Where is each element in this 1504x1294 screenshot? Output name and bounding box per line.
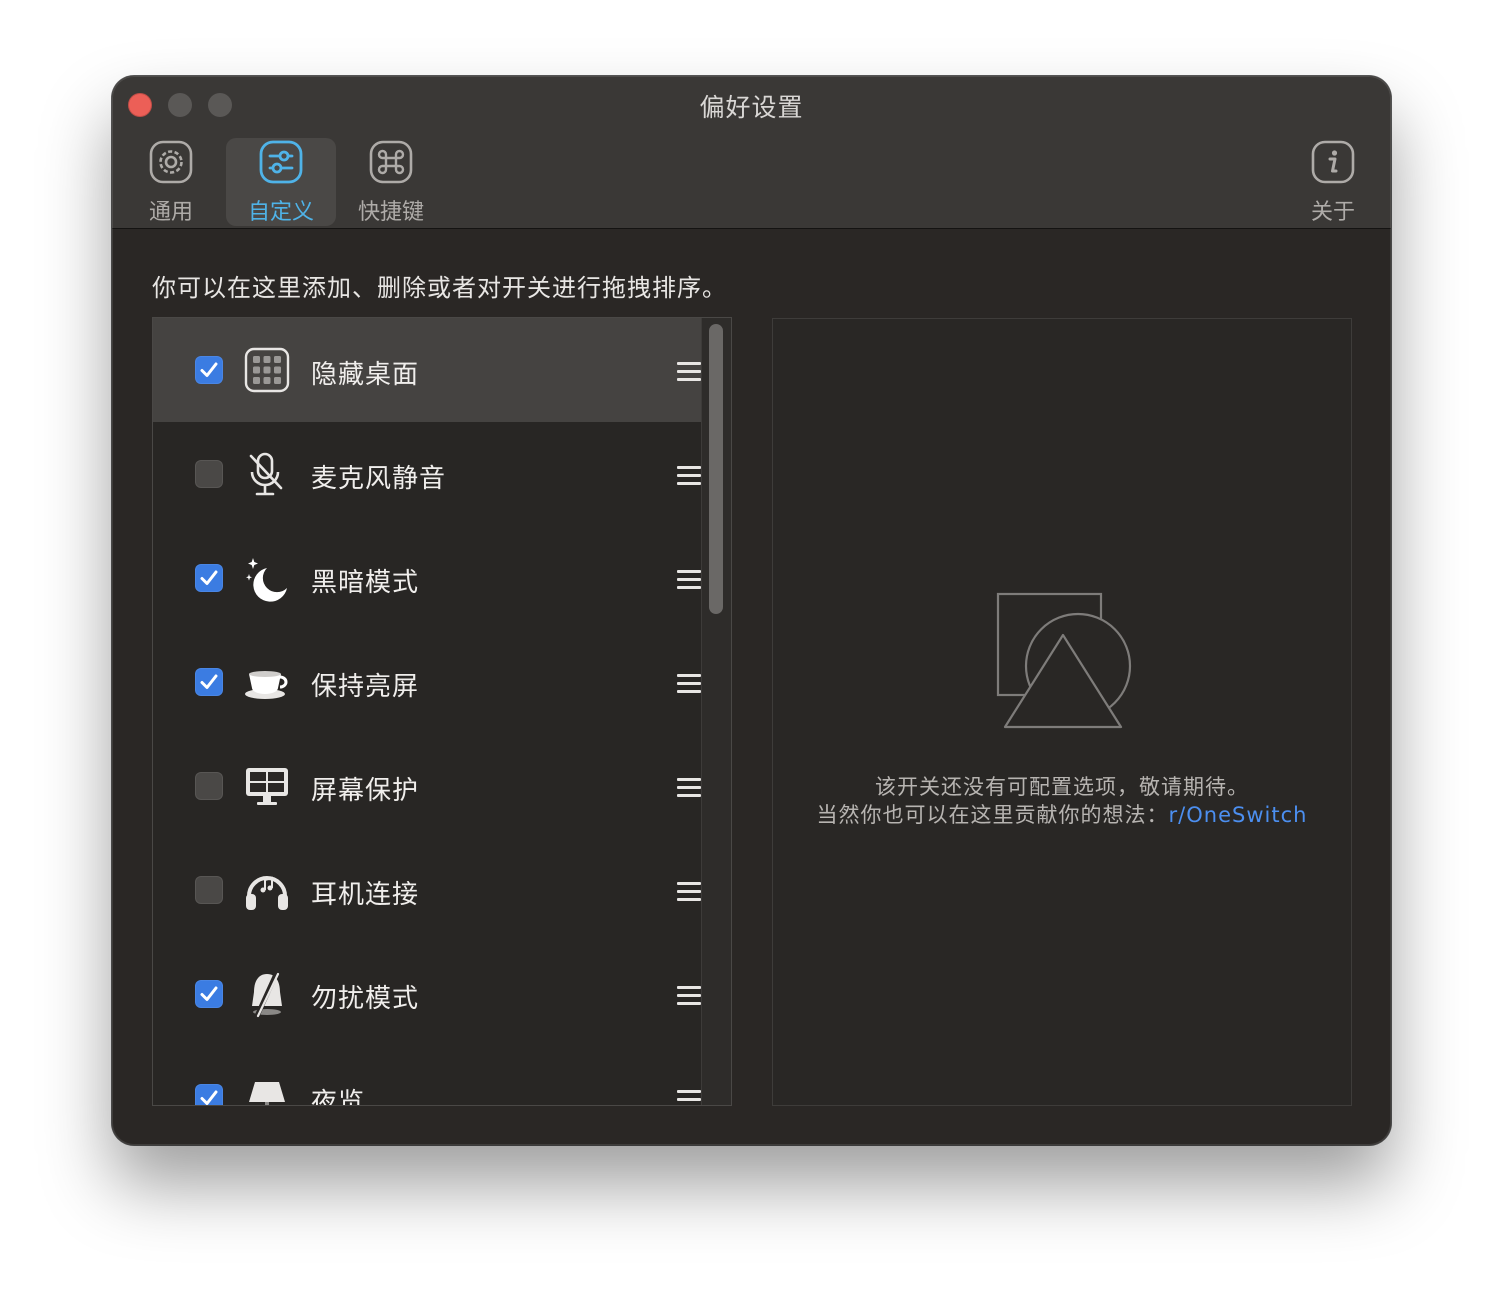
drag-handle-icon[interactable] bbox=[677, 570, 701, 590]
list-item[interactable]: 隐藏桌面 bbox=[153, 318, 701, 422]
command-icon bbox=[369, 140, 413, 184]
titlebar: 偏好设置 通用 自定义 快捷键 关于 bbox=[112, 76, 1391, 229]
tab-shortcuts[interactable]: 快捷键 bbox=[336, 138, 446, 226]
tab-custom-label: 自定义 bbox=[247, 200, 314, 225]
checkbox[interactable] bbox=[195, 772, 223, 800]
item-label: 黑暗模式 bbox=[311, 568, 420, 598]
tab-shortcuts-label: 快捷键 bbox=[357, 200, 424, 225]
coffee-cup-icon bbox=[245, 671, 288, 699]
checkbox[interactable] bbox=[195, 876, 223, 904]
bell-slash-icon bbox=[252, 970, 282, 1018]
list-item[interactable]: 保持亮屏 bbox=[153, 630, 701, 734]
lamp-icon bbox=[249, 1082, 285, 1105]
list-item[interactable]: 屏幕保护 bbox=[153, 734, 701, 838]
drag-handle-icon[interactable] bbox=[677, 674, 701, 694]
no-options-message: 该开关还没有可配置选项，敬请期待。 bbox=[875, 775, 1249, 799]
moon-icon bbox=[246, 558, 287, 602]
item-label: 耳机连接 bbox=[311, 880, 420, 910]
checkmark-icon bbox=[200, 674, 218, 689]
grid-icon bbox=[244, 347, 290, 393]
headphones-icon bbox=[246, 876, 288, 910]
list-item[interactable]: 耳机连接 bbox=[153, 838, 701, 942]
checkbox[interactable] bbox=[195, 668, 223, 696]
switch-list[interactable]: 隐藏桌面 麦克风静音 黑暗模式 保持亮屏 屏幕保护 耳机连接 勿扰模式 夜览 bbox=[152, 317, 732, 1106]
item-label: 保持亮屏 bbox=[311, 672, 420, 702]
monitor-icon bbox=[246, 768, 288, 805]
list-item[interactable]: 夜览 bbox=[153, 1046, 701, 1106]
info-icon bbox=[1311, 140, 1355, 184]
mic-muted-icon bbox=[249, 452, 283, 496]
tab-about[interactable]: 关于 bbox=[1278, 138, 1388, 226]
item-label: 屏幕保护 bbox=[311, 776, 420, 806]
checkbox[interactable] bbox=[195, 460, 223, 488]
checkbox[interactable] bbox=[195, 564, 223, 592]
checkbox[interactable] bbox=[195, 1084, 223, 1105]
placeholder-shapes-icon bbox=[996, 592, 1132, 729]
scrollbar-thumb[interactable] bbox=[709, 324, 723, 614]
item-label: 夜览 bbox=[311, 1088, 366, 1106]
drag-handle-icon[interactable] bbox=[677, 882, 701, 902]
tab-custom[interactable]: 自定义 bbox=[226, 138, 336, 226]
list-item[interactable]: 麦克风静音 bbox=[153, 422, 701, 526]
list-item[interactable]: 勿扰模式 bbox=[153, 942, 701, 1046]
checkbox[interactable] bbox=[195, 356, 223, 384]
drag-handle-icon[interactable] bbox=[677, 986, 701, 1006]
contribute-text: 当然你也可以在这里贡献你的想法： bbox=[816, 803, 1169, 827]
checkmark-icon bbox=[200, 1090, 218, 1105]
item-label: 隐藏桌面 bbox=[311, 360, 420, 390]
item-label: 勿扰模式 bbox=[311, 984, 420, 1014]
oneswitch-link[interactable]: r/OneSwitch bbox=[1169, 803, 1308, 827]
tab-about-label: 关于 bbox=[1310, 200, 1355, 225]
tab-general[interactable]: 通用 bbox=[116, 138, 226, 226]
drag-handle-icon[interactable] bbox=[677, 466, 701, 486]
tab-general-label: 通用 bbox=[148, 200, 193, 225]
gear-icon bbox=[149, 140, 193, 184]
detail-panel: 该开关还没有可配置选项，敬请期待。 当然你也可以在这里贡献你的想法：r/OneS… bbox=[772, 318, 1352, 1106]
checkbox[interactable] bbox=[195, 980, 223, 1008]
checkmark-icon bbox=[200, 570, 218, 585]
hint-text: 你可以在这里添加、删除或者对开关进行拖拽排序。 bbox=[152, 274, 727, 302]
scrollbar[interactable] bbox=[701, 318, 731, 1105]
checkmark-icon bbox=[200, 362, 218, 377]
window-title: 偏好设置 bbox=[699, 93, 804, 122]
checkmark-icon bbox=[200, 986, 218, 1001]
drag-handle-icon[interactable] bbox=[677, 1090, 701, 1105]
drag-handle-icon[interactable] bbox=[677, 362, 701, 382]
preferences-window: 偏好设置 通用 自定义 快捷键 关于 你可以在这里添加、删除或者对开关进行拖拽排… bbox=[112, 76, 1391, 1145]
item-label: 麦克风静音 bbox=[311, 464, 447, 494]
list-item[interactable]: 黑暗模式 bbox=[153, 526, 701, 630]
sliders-icon bbox=[259, 140, 303, 184]
contribute-message: 当然你也可以在这里贡献你的想法：r/OneSwitch bbox=[773, 799, 1351, 829]
drag-handle-icon[interactable] bbox=[677, 778, 701, 798]
